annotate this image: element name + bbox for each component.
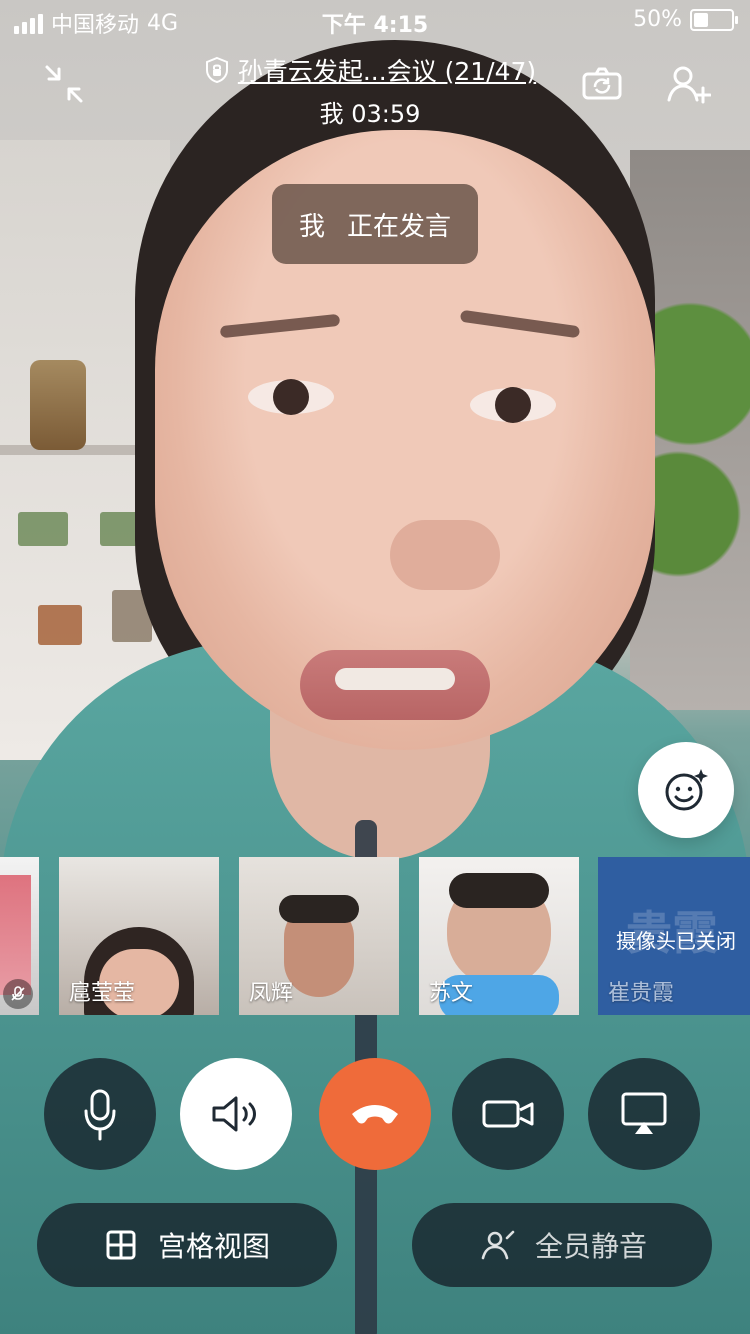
speaker-name: 我 [298,211,325,242]
mic-off-indicator [3,979,33,1009]
screen-share-icon [621,1092,667,1134]
camera-off-text: 摄像头已关闭 [616,929,736,953]
participant-thumbnail[interactable] [0,857,39,1015]
mic-icon [84,1089,116,1141]
beauty-effects-button[interactable] [638,742,734,838]
video-teeth [335,668,455,690]
status-left: 中国移动 4G [14,7,178,39]
participant-name: 苏文 [429,981,474,1006]
call-controls [0,1058,750,1170]
participant-name: 崔贵霞 [608,981,675,1006]
video-eye-right [470,387,556,423]
meeting-title-area[interactable]: 孙青云发起...会议 (21/47) 我 03:59 [180,52,560,129]
speaking-status: 正在发言 [347,211,452,242]
battery-percent: 50% [633,7,682,32]
camera-icon [482,1100,534,1128]
switch-camera-icon [582,67,622,100]
mute-all-button[interactable]: 全员静音 [412,1203,712,1287]
participant-thumbnail[interactable]: 凤辉 [239,857,399,1015]
switch-camera-button[interactable] [576,58,628,110]
lock-shield-icon [205,56,228,84]
mic-button[interactable] [44,1058,156,1170]
camera-button[interactable] [452,1058,564,1170]
hangup-button[interactable] [319,1058,431,1170]
screen-share-button[interactable] [588,1058,700,1170]
participant-name: 凤辉 [249,981,294,1006]
participant-thumbnail[interactable]: 贵霞 摄像头已关闭 崔贵霞 [598,857,750,1015]
video-photo [18,512,68,546]
video-photo [38,605,82,645]
network-text: 4G [147,10,179,36]
status-time: 下午 4:15 [321,13,429,38]
mute-all-label: 全员静音 [534,1230,647,1263]
video-nose [390,520,500,590]
speaking-indicator: 我 正在发言 [272,184,478,264]
video-jar [30,360,86,450]
meeting-title: 孙青云发起...会议 (21/47) [237,57,537,86]
video-pupil [273,379,309,415]
meeting-screen: 中国移动 4G 下午 4:15 50% 孙青云发起...会议 (21/47) 我… [0,0,750,1334]
status-right: 50% [633,7,738,32]
minimize-button[interactable] [36,56,92,112]
smile-sparkle-icon [665,769,708,811]
video-pupil [495,387,531,423]
meeting-header: 孙青云发起...会议 (21/47) 我 03:59 [0,44,750,134]
speaker-icon [212,1096,256,1132]
hangup-icon [352,1105,398,1124]
speaker-button[interactable] [180,1058,292,1170]
add-user-icon [667,66,711,104]
participant-thumbnail[interactable]: 扈莹莹 [59,857,219,1015]
mic-off-icon [11,986,25,1001]
collapse-icon [45,65,83,103]
mute-all-icon [481,1230,515,1260]
grid-view-button[interactable]: 宫格视图 [37,1203,337,1287]
participant-thumbnails: 扈莹莹 凤辉 苏文 贵霞 摄像头已关闭 崔贵霞 [0,857,750,1017]
video-eye-left [248,379,334,415]
grid-view-icon [106,1230,136,1260]
status-bar: 中国移动 4G 下午 4:15 50% [0,0,750,40]
meeting-timer: 我 03:59 [319,100,421,128]
participant-thumbnail[interactable]: 苏文 [419,857,579,1015]
signal-icon [14,12,43,34]
bottom-actions: 宫格视图 全员静音 [0,1203,750,1287]
grid-view-label: 宫格视图 [157,1230,270,1263]
participant-name: 扈莹莹 [69,981,136,1006]
battery-icon [690,8,738,31]
meeting-title-row: 孙青云发起...会议 (21/47) [180,52,560,88]
carrier-text: 中国移动 [51,13,140,38]
add-participant-button[interactable] [660,58,714,112]
